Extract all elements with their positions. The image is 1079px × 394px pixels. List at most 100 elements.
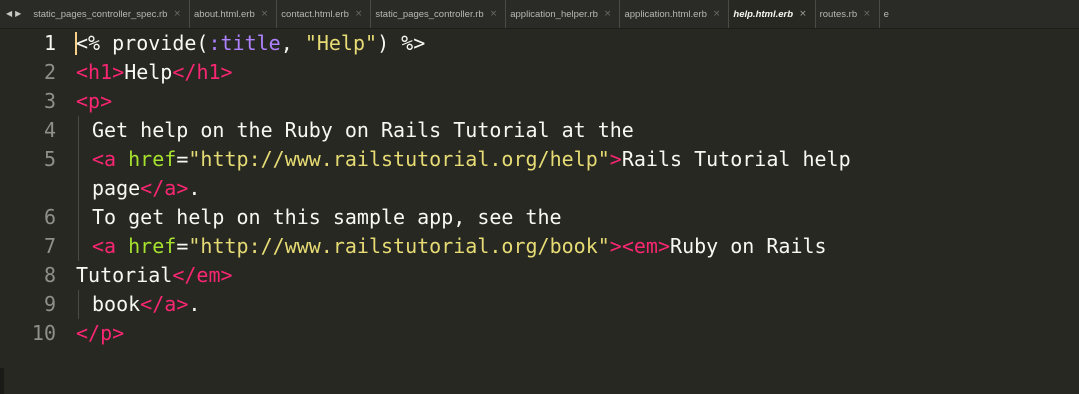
code-text: <a href="http://www.railstutorial.org/bo… — [92, 232, 827, 261]
code-token: < — [92, 147, 105, 171]
code-token: a — [164, 292, 177, 316]
code-token: </ — [140, 176, 165, 200]
indent-guide — [78, 290, 79, 319]
code-token: a — [164, 176, 177, 200]
code-token: </ — [172, 263, 197, 287]
code-token: "http://www.railstutorial.org/book" — [188, 234, 610, 258]
indent-guide — [78, 232, 79, 261]
tab-6[interactable]: help.html.erb × — [728, 0, 815, 28]
tab-label: application_helper.rb — [510, 8, 598, 20]
tab-label: static_pages_controller.rb — [375, 8, 484, 20]
code-line: 4 Get help on the Ruby on Rails Tutorial … — [0, 116, 1079, 145]
code-token: Help — [124, 60, 173, 84]
code-text: page</a>. — [92, 174, 200, 203]
code-token: > — [112, 321, 125, 345]
line-number: 6 — [43, 205, 56, 229]
code-token: Tutorial — [76, 263, 173, 287]
indent-guide — [78, 116, 79, 145]
tab-2[interactable]: contact.html.erb × — [276, 0, 370, 28]
code-token: > — [112, 60, 125, 84]
tab-bar: ◀ ▶ static_pages_controller_spec.rb × abou… — [0, 0, 1079, 29]
code-line: 1 <% provide(:title, "Help") %> — [0, 29, 1079, 58]
code-line: page</a>. — [0, 174, 1079, 203]
code-text: <a href="http://www.railstutorial.org/he… — [92, 145, 851, 174]
tab-0[interactable]: static_pages_controller_spec.rb × — [29, 0, 189, 28]
indent-guide — [78, 145, 79, 174]
code-line: 10 </p> — [0, 319, 1079, 348]
line-number: 1 — [43, 31, 56, 55]
code-token: page — [92, 176, 141, 200]
code-token: href — [116, 147, 177, 171]
tab-label: help.html.erb — [733, 8, 794, 20]
code-token: a — [104, 234, 117, 258]
code-token: To get help on this sample app, see the — [92, 205, 562, 229]
tab-close-icon[interactable]: × — [863, 9, 871, 19]
tab-back-arrow-icon[interactable]: ◀ — [6, 10, 12, 18]
code-line: 3 <p> — [0, 87, 1079, 116]
line-number: 5 — [43, 147, 56, 171]
code-text: <% provide(:title, "Help") %> — [76, 29, 425, 58]
code-text: </p> — [76, 319, 124, 348]
file-tabs: static_pages_controller_spec.rb × about.ht… — [29, 0, 897, 28]
code-line: 7 <a href="http://www.railstutorial.org/b… — [0, 232, 1079, 261]
tab-label: routes.rb — [819, 8, 858, 20]
code-token: > — [176, 292, 189, 316]
tab-close-icon[interactable]: × — [799, 9, 807, 19]
tab-3[interactable]: static_pages_controller.rb × — [370, 0, 505, 28]
tab-close-icon[interactable]: × — [261, 9, 269, 19]
tab-5[interactable]: application.html.erb × — [619, 0, 728, 28]
tab-label: e — [883, 8, 889, 20]
code-token: < — [92, 234, 105, 258]
tab-forward-arrow-icon[interactable]: ▶ — [15, 10, 21, 18]
code-line: 2 <h1>Help</h1> — [0, 58, 1079, 87]
code-token: a — [104, 147, 117, 171]
line-number: 2 — [43, 60, 56, 84]
code-token: %> — [401, 31, 426, 55]
code-token: Get help on the Ruby on Rails Tutorial a… — [92, 118, 634, 142]
code-token: ) — [377, 31, 402, 55]
code-token: em — [196, 263, 221, 287]
code-token: > — [657, 234, 671, 258]
tab-4[interactable]: application_helper.rb × — [505, 0, 619, 28]
indent-guide — [78, 203, 79, 232]
tab-label: static_pages_controller_spec.rb — [33, 8, 168, 20]
code-token: > — [220, 60, 233, 84]
line-number: 10 — [31, 321, 56, 345]
tab-close-icon[interactable]: × — [490, 9, 498, 19]
tab-close-icon[interactable]: × — [355, 9, 363, 19]
code-token: Ruby on Rails — [670, 234, 827, 258]
line-number: 3 — [43, 89, 56, 113]
tab-label: application.html.erb — [624, 8, 707, 20]
code-token: Rails Tutorial help — [621, 147, 851, 171]
code-token: > — [100, 89, 113, 113]
code-token: "Help" — [304, 31, 378, 55]
code-token: :title — [208, 31, 281, 55]
tab-close-icon[interactable]: × — [173, 9, 181, 19]
code-token: p — [100, 321, 113, 345]
code-editor[interactable]: 1 <% provide(:title, "Help") %> 2 <h1>Help<… — [0, 29, 1079, 394]
line-number: 7 — [43, 234, 56, 258]
tab-1[interactable]: about.html.erb × — [189, 0, 276, 28]
code-token: <% — [76, 31, 101, 55]
code-text: <h1>Help</h1> — [76, 58, 233, 87]
code-token: > — [609, 147, 622, 171]
tab-close-icon[interactable]: × — [713, 9, 721, 19]
code-token: book — [92, 292, 141, 316]
code-token: , — [280, 31, 305, 55]
code-token: "http://www.railstutorial.org/help" — [188, 147, 610, 171]
tab-7[interactable]: routes.rb × — [814, 0, 879, 28]
line-number: 4 — [43, 118, 56, 142]
code-token: < — [76, 60, 89, 84]
code-token: > — [176, 176, 189, 200]
code-token: > — [609, 234, 622, 258]
code-token: h1 — [88, 60, 113, 84]
tab-close-icon[interactable]: × — [604, 9, 612, 19]
code-token: < — [621, 234, 634, 258]
code-token: href — [116, 234, 177, 258]
code-token: . — [188, 176, 201, 200]
code-token: . — [188, 292, 201, 316]
code-line: 5 <a href="http://www.railstutorial.org/h… — [0, 145, 1079, 174]
tab-8[interactable]: e — [878, 0, 897, 28]
code-token: > — [220, 263, 233, 287]
code-token: em — [633, 234, 658, 258]
